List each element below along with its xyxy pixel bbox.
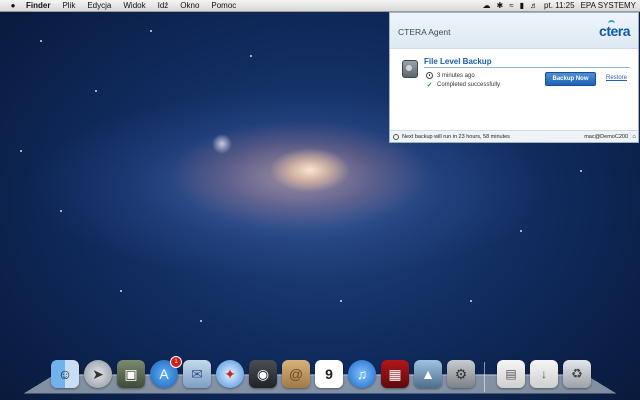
star (120, 290, 122, 292)
checkmark-icon: ✓ (426, 82, 433, 89)
document-icon: ▤ (505, 367, 517, 381)
clock-icon (426, 72, 433, 79)
ctera-header: CTERA Agent ctera (390, 13, 638, 49)
user-name[interactable]: EPA SYSTEMY (581, 0, 636, 11)
logo-text: ctera (599, 23, 630, 39)
trash-can-icon: ♻ (571, 366, 583, 381)
logo-arc (608, 20, 616, 27)
ctera-agent-window: CTERA Agent ctera File Level Backup 3 mi… (389, 12, 639, 143)
ical-icon[interactable]: 9 (315, 360, 343, 388)
restore-link[interactable]: Restore (606, 75, 627, 81)
finder-icon[interactable]: ☺ (51, 360, 79, 388)
star (200, 320, 202, 322)
star (470, 300, 472, 302)
menu-extras: ☁ ✱ ≈ ▮ ♬ pt. 11:25 EPA SYSTEMY (483, 0, 636, 11)
ctera-footer: Next backup will run in 23 hours, 58 min… (390, 130, 638, 142)
menu-pomoc[interactable]: Pomoc (205, 0, 242, 11)
wifi-icon[interactable]: ≈ (509, 0, 513, 11)
dock: ☺ ➤ ▣ A 1 ✉ ✦ ◉ @ 9 ♫ ▦ ▲ ⚙ ▤ ↓ ♻ (0, 356, 640, 396)
address-book-icon[interactable]: @ (282, 360, 310, 388)
menu-widok[interactable]: Widok (117, 0, 151, 11)
last-backup-time: 3 minutes ago (437, 72, 475, 79)
star (150, 30, 152, 32)
photo-icon: ▲ (421, 366, 435, 382)
star (580, 170, 582, 172)
trash-icon[interactable]: ♻ (563, 360, 591, 388)
star (95, 90, 97, 92)
launchpad-icon[interactable]: ➤ (84, 360, 112, 388)
rocket-icon: ➤ (92, 365, 104, 382)
menu-idz[interactable]: Idź (152, 0, 175, 11)
star (520, 230, 522, 232)
star (340, 300, 342, 302)
ctera-body: File Level Backup 3 minutes ago ✓ Comple… (390, 49, 638, 131)
app-store-badge: 1 (170, 356, 182, 368)
mail-icon[interactable]: ✉ (183, 360, 211, 388)
apple-menu-icon[interactable]: ● (6, 1, 20, 10)
iphoto-icon[interactable]: ▲ (414, 360, 442, 388)
documents-stack-icon[interactable]: ▤ (497, 360, 525, 388)
volume-icon[interactable]: ♬ (530, 0, 538, 11)
music-note-icon: ♫ (356, 366, 368, 382)
menu-bar: ● Finder Plik Edycja Widok Idź Okno Pomo… (0, 0, 640, 12)
menu-plik[interactable]: Plik (56, 0, 81, 11)
system-preferences-icon[interactable]: ⚙ (447, 360, 475, 388)
star (20, 150, 22, 152)
cloud-icon[interactable]: ☁ (483, 0, 491, 11)
timer-icon (393, 133, 399, 140)
safari-icon[interactable]: ✦ (216, 360, 244, 388)
facetime-icon[interactable]: ◉ (249, 360, 277, 388)
photo-booth-icon[interactable]: ▦ (381, 360, 409, 388)
finder-face-icon: ☺ (57, 366, 73, 382)
film-strip-icon: ▦ (388, 365, 402, 382)
app-store-icon[interactable]: A 1 (150, 356, 182, 388)
star (250, 55, 252, 57)
ctera-logo: ctera (599, 20, 630, 39)
download-icon: ↓ (541, 367, 547, 381)
next-backup-text: Next backup will run in 23 hours, 58 min… (402, 133, 510, 140)
gear-icon: ⚙ (454, 365, 468, 382)
home-icon[interactable]: ⌂ (632, 134, 636, 140)
account-label: mac@DemoC200 (584, 133, 628, 140)
stamp-icon: ✉ (191, 365, 203, 382)
clock[interactable]: pt. 11:25 (544, 0, 575, 11)
camera-icon: ◉ (256, 365, 270, 382)
dock-divider (484, 362, 485, 392)
at-sign-icon: @ (288, 366, 304, 382)
status-row: ✓ Completed successfully (426, 81, 500, 89)
battery-icon[interactable]: ▮ (520, 0, 524, 11)
bluetooth-icon[interactable]: ✱ (497, 0, 504, 11)
ctera-title: CTERA Agent (398, 27, 451, 37)
star (60, 210, 62, 212)
menu-app-finder[interactable]: Finder (20, 0, 56, 11)
star (40, 40, 42, 42)
itunes-icon[interactable]: ♫ (348, 360, 376, 388)
menu-edycja[interactable]: Edycja (81, 0, 117, 11)
mission-control-icon[interactable]: ▣ (117, 360, 145, 388)
backup-status: Completed successfully (437, 82, 501, 88)
ical-date: 9 (325, 366, 333, 382)
windows-icon: ▣ (124, 365, 138, 382)
section-divider (424, 67, 630, 68)
section-title: File Level Backup (424, 57, 492, 66)
last-backup-row: 3 minutes ago (426, 72, 475, 79)
backup-now-button[interactable]: Backup Now (545, 72, 596, 86)
hard-disk-icon (402, 60, 418, 78)
menu-okno[interactable]: Okno (174, 0, 205, 11)
compass-icon: ✦ (224, 365, 236, 382)
downloads-stack-icon[interactable]: ↓ (530, 360, 558, 388)
